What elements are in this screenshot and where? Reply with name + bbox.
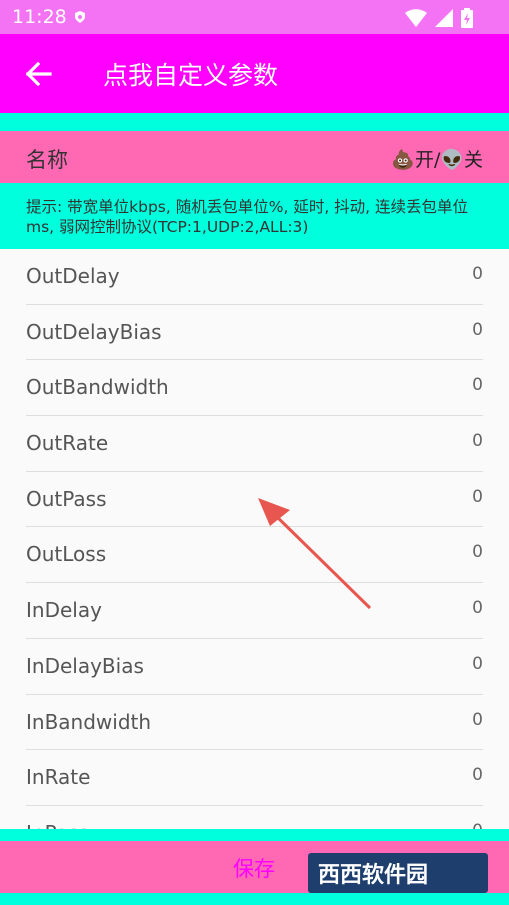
app-bar: 点我自定义参数 — [0, 34, 509, 113]
tip-text: 提示: 带宽单位kbps, 随机丢包单位%, 延时, 抖动, 连续丢包单位ms,… — [26, 198, 469, 236]
wifi-icon — [405, 9, 427, 27]
list-item-in-pass[interactable]: InPass 0 — [26, 806, 483, 830]
item-value: 0 — [472, 653, 483, 674]
toggle-all-button[interactable]: 💩开/👽关 — [391, 145, 483, 172]
item-name: OutDelay — [26, 264, 120, 288]
list-item-out-delay[interactable]: OutDelay 0 — [26, 249, 483, 305]
back-arrow-icon[interactable] — [20, 56, 60, 92]
item-name: OutLoss — [26, 542, 107, 567]
item-name: OutPass — [26, 486, 107, 511]
battery-charging-icon — [461, 8, 473, 28]
list-item-in-bandwidth[interactable]: InBandwidth 0 — [26, 695, 483, 751]
item-value: 0 — [472, 486, 483, 507]
list-item-in-rate[interactable]: InRate 0 — [26, 750, 483, 806]
item-value: 0 — [472, 542, 483, 563]
item-value: 0 — [472, 264, 483, 284]
item-name: OutDelayBias — [26, 319, 162, 344]
save-button[interactable]: 保存 — [233, 853, 275, 883]
item-name: OutBandwidth — [26, 375, 169, 400]
item-name: InDelayBias — [26, 653, 144, 678]
item-name: InDelay — [26, 598, 102, 623]
item-name: OutRate — [26, 431, 109, 456]
list-item-out-loss[interactable]: OutLoss 0 — [26, 527, 483, 584]
header-name-label: 名称 — [26, 148, 68, 172]
item-value: 0 — [472, 375, 483, 396]
page-title: 点我自定义参数 — [103, 61, 279, 90]
item-value: 0 — [472, 431, 483, 452]
tip-box: 提示: 带宽单位kbps, 随机丢包单位%, 延时, 抖动, 连续丢包单位ms,… — [0, 183, 509, 249]
item-value: 0 — [472, 709, 483, 730]
watermark-text: 西西软件园 — [318, 863, 429, 888]
watermark-logo: 西西软件园 — [308, 853, 488, 893]
list-item-in-delay-bias[interactable]: InDelayBias 0 — [26, 639, 483, 695]
bottom-accent-strip — [0, 829, 509, 841]
top-accent-strip — [0, 113, 509, 131]
item-name: InRate — [26, 765, 91, 790]
bottom-edge-strip — [0, 893, 509, 905]
item-name: InBandwidth — [26, 709, 152, 734]
status-time: 11:28 — [12, 6, 67, 28]
item-value: 0 — [472, 598, 483, 619]
item-value: 0 — [472, 319, 483, 340]
list-item-out-rate[interactable]: OutRate 0 — [26, 416, 483, 472]
shield-icon — [75, 11, 85, 23]
list-item-out-pass[interactable]: OutPass 0 — [26, 472, 483, 528]
signal-icon — [435, 9, 453, 27]
list-item-out-delay-bias[interactable]: OutDelayBias 0 — [26, 305, 483, 361]
parameter-list[interactable]: OutDelay 0 OutDelayBias 0 OutBandwidth 0… — [0, 249, 509, 830]
list-header: 名称 💩开/👽关 — [0, 131, 509, 183]
status-bar: 11:28 — [0, 0, 509, 34]
list-item-out-bandwidth[interactable]: OutBandwidth 0 — [26, 360, 483, 417]
list-item-in-delay[interactable]: InDelay 0 — [26, 583, 483, 639]
item-value: 0 — [472, 765, 483, 786]
